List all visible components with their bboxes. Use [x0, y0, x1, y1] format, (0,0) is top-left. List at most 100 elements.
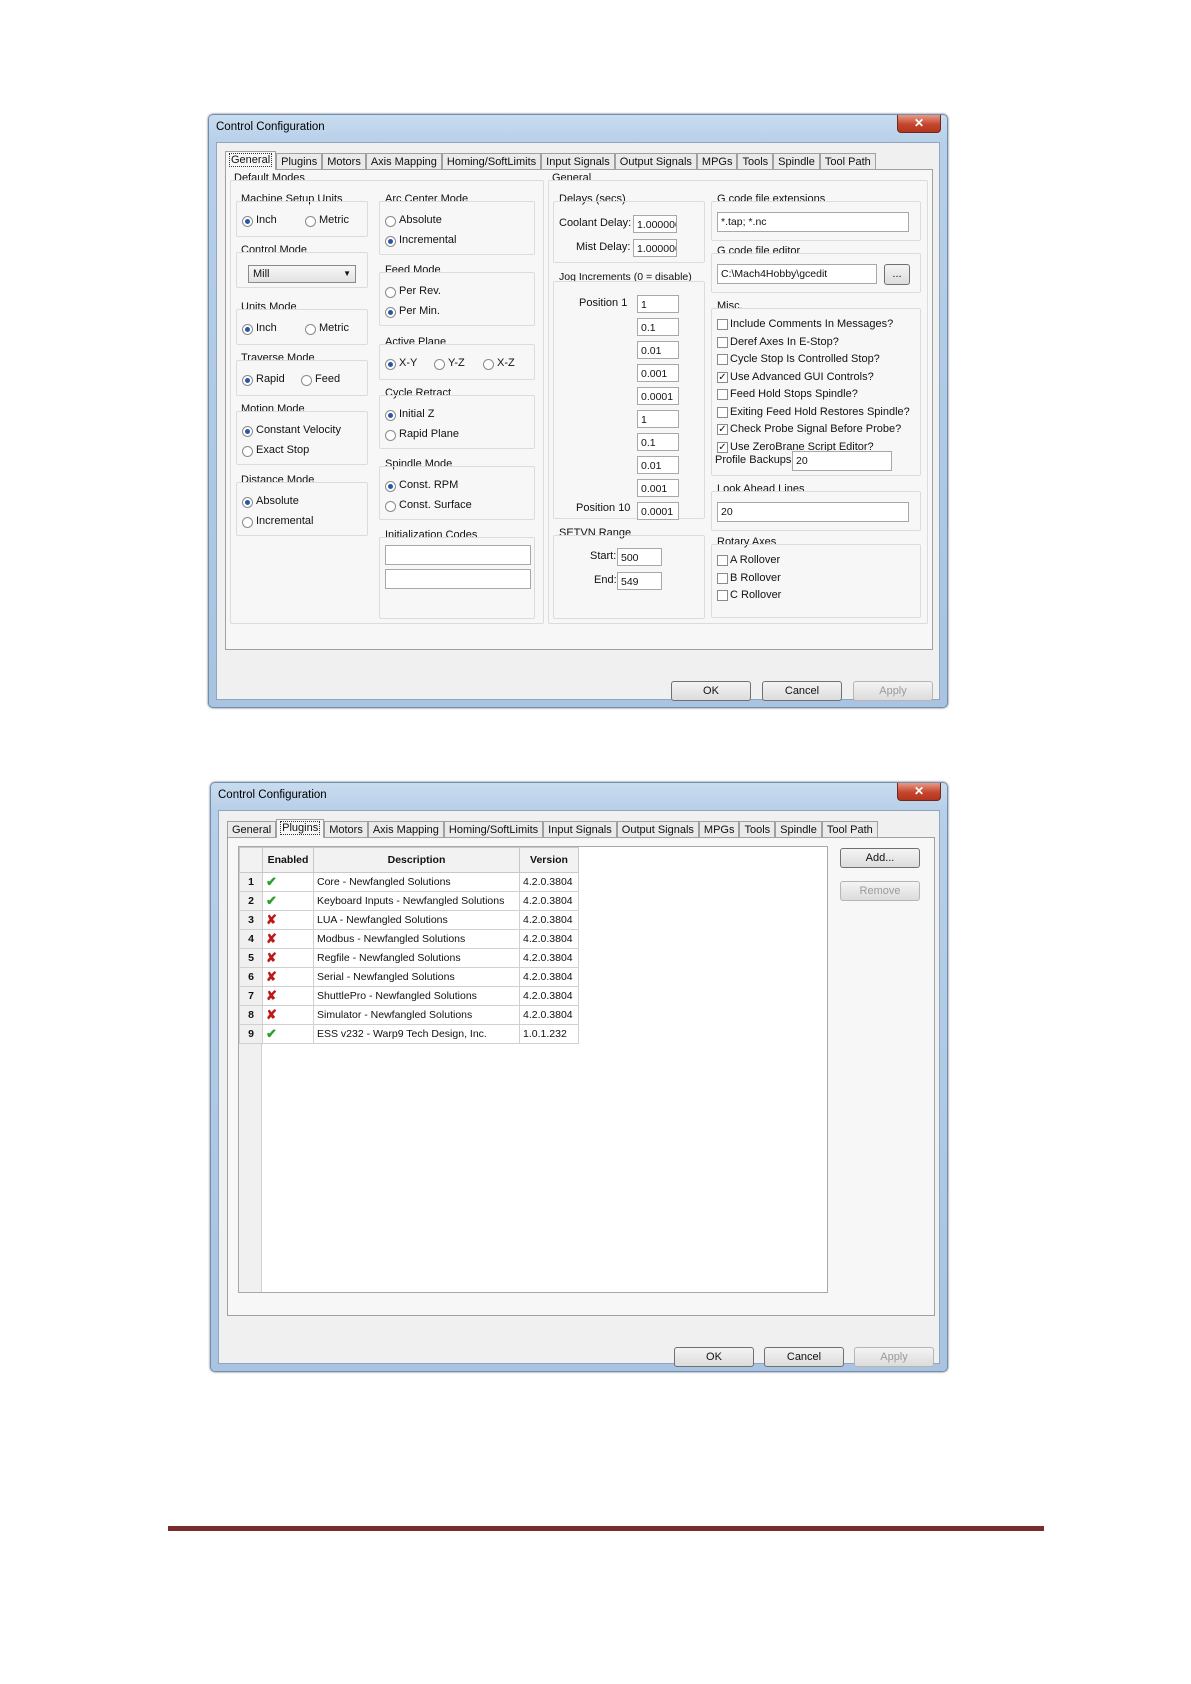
- misc-checkbox[interactable]: [717, 319, 728, 330]
- tab-input-signals[interactable]: Input Signals: [543, 821, 617, 838]
- tab-homing-softlimits[interactable]: Homing/SoftLimits: [441, 153, 542, 170]
- column-header-description[interactable]: Description: [313, 847, 520, 873]
- misc-checkbox[interactable]: ✓: [717, 371, 728, 383]
- title-bar[interactable]: Control Configuration ✕: [209, 115, 947, 141]
- jog-increment-input[interactable]: 0.1: [637, 318, 679, 336]
- profile-backups-input[interactable]: 20: [792, 451, 892, 471]
- jog-increment-input[interactable]: 0.0001: [637, 502, 679, 520]
- tab-output-signals[interactable]: Output Signals: [614, 153, 697, 170]
- jog-increment-input[interactable]: 0.001: [637, 479, 679, 497]
- cancel-button[interactable]: Cancel: [764, 1347, 844, 1367]
- tab-axis-mapping[interactable]: Axis Mapping: [365, 153, 442, 170]
- tab-tool-path[interactable]: Tool Path: [819, 153, 876, 170]
- misc-checkbox[interactable]: ✓: [717, 424, 728, 435]
- arc-absolute-radio[interactable]: [385, 216, 396, 227]
- const-surface-radio[interactable]: [385, 501, 396, 512]
- enabled-cell[interactable]: ✔: [262, 891, 314, 911]
- tab-motors[interactable]: Motors: [324, 821, 368, 838]
- jog-increment-input[interactable]: 0.0001: [637, 387, 679, 405]
- ok-button[interactable]: OK: [671, 681, 751, 701]
- distance-incremental-radio[interactable]: [242, 517, 253, 528]
- table-row[interactable]: 9 ✔ ESS v232 - Warp9 Tech Design, Inc. 1.0.…: [239, 1024, 579, 1044]
- tab-general[interactable]: General: [225, 151, 277, 170]
- column-header-version[interactable]: Version: [519, 847, 579, 873]
- table-row[interactable]: 2 ✔ Keyboard Inputs - Newfangled Solutions…: [239, 891, 579, 911]
- enabled-cell[interactable]: ✔: [262, 1024, 314, 1044]
- setvn-start-input[interactable]: 500: [617, 548, 662, 566]
- initialization-code-field-1[interactable]: [385, 545, 531, 565]
- enabled-cell[interactable]: ✘: [262, 1005, 314, 1025]
- add-plugin-button[interactable]: Add...: [840, 848, 920, 868]
- jog-increment-input[interactable]: 0.1: [637, 433, 679, 451]
- tab-axis-mapping[interactable]: Axis Mapping: [367, 821, 444, 838]
- rotary-checkbox[interactable]: [717, 555, 728, 566]
- tab-tools[interactable]: Tools: [739, 821, 776, 838]
- per-rev-radio[interactable]: [385, 287, 396, 298]
- table-row[interactable]: 3 ✘ LUA - Newfangled Solutions 4.2.0.3804: [239, 910, 579, 930]
- rapid-radio[interactable]: [242, 375, 253, 386]
- cancel-button[interactable]: Cancel: [762, 681, 842, 701]
- rapid-plane-radio[interactable]: [385, 430, 396, 441]
- ok-button[interactable]: OK: [674, 1347, 754, 1367]
- mist-delay-input[interactable]: 1.000000: [633, 239, 677, 257]
- tab-tools[interactable]: Tools: [737, 153, 774, 170]
- jog-increment-input[interactable]: 0.001: [637, 364, 679, 382]
- title-bar[interactable]: Control Configuration ✕: [211, 783, 947, 809]
- metric-radio[interactable]: [305, 216, 316, 227]
- enabled-cell[interactable]: ✘: [262, 929, 314, 949]
- enabled-cell[interactable]: ✔: [262, 872, 314, 892]
- distance-absolute-radio[interactable]: [242, 497, 253, 508]
- browse-editor-button[interactable]: ...: [884, 264, 910, 285]
- tab-general[interactable]: General: [227, 821, 277, 838]
- tab-homing-softlimits[interactable]: Homing/SoftLimits: [443, 821, 544, 838]
- remove-plugin-button[interactable]: Remove: [840, 881, 920, 901]
- constant-velocity-radio[interactable]: [242, 426, 253, 437]
- control-mode-select[interactable]: Mill ▼: [248, 265, 356, 283]
- tab-plugins[interactable]: Plugins: [276, 819, 325, 838]
- misc-checkbox[interactable]: [717, 389, 728, 400]
- feed-radio[interactable]: [301, 375, 312, 386]
- jog-increment-input[interactable]: 1: [637, 295, 679, 313]
- tab-input-signals[interactable]: Input Signals: [541, 153, 615, 170]
- misc-checkbox[interactable]: [717, 336, 728, 348]
- initial-z-radio[interactable]: [385, 410, 396, 421]
- enabled-cell[interactable]: ✘: [262, 967, 314, 987]
- tab-spindle[interactable]: Spindle: [775, 821, 822, 838]
- jog-increment-input[interactable]: 0.01: [637, 456, 679, 474]
- xy-plane-radio[interactable]: [385, 359, 396, 370]
- setvn-end-input[interactable]: 549: [617, 572, 662, 590]
- tab-plugins[interactable]: Plugins: [276, 153, 323, 170]
- misc-checkbox[interactable]: ✓: [717, 441, 728, 453]
- tab-spindle[interactable]: Spindle: [773, 153, 820, 170]
- apply-button[interactable]: Apply: [854, 1347, 934, 1367]
- coolant-delay-input[interactable]: 1.000000: [633, 215, 677, 233]
- apply-button[interactable]: Apply: [853, 681, 933, 701]
- gcode-editor-input[interactable]: C:\Mach4Hobby\gcedit: [717, 264, 877, 284]
- misc-checkbox[interactable]: [717, 406, 728, 418]
- inch-radio[interactable]: [242, 216, 253, 227]
- rotary-checkbox[interactable]: [717, 590, 728, 601]
- tab-motors[interactable]: Motors: [322, 153, 366, 170]
- enabled-cell[interactable]: ✘: [262, 948, 314, 968]
- xz-plane-radio[interactable]: [483, 359, 494, 370]
- table-row[interactable]: 6 ✘ Serial - Newfangled Solutions 4.2.0.380…: [239, 967, 579, 987]
- jog-increment-input[interactable]: 1: [637, 410, 679, 428]
- table-row[interactable]: 7 ✘ ShuttlePro - Newfangled Solutions 4.2.0…: [239, 986, 579, 1006]
- const-rpm-radio[interactable]: [385, 481, 396, 492]
- tab-output-signals[interactable]: Output Signals: [616, 821, 699, 838]
- yz-plane-radio[interactable]: [434, 359, 445, 370]
- tab-tool-path[interactable]: Tool Path: [821, 821, 878, 838]
- rotary-checkbox[interactable]: [717, 572, 728, 584]
- table-row[interactable]: 8 ✘ Simulator - Newfangled Solutions 4.2.0.…: [239, 1005, 579, 1025]
- column-header-enabled[interactable]: Enabled: [262, 847, 314, 873]
- misc-checkbox[interactable]: [717, 354, 728, 365]
- table-row[interactable]: 4 ✘ Modbus - Newfangled Solutions 4.2.0.380…: [239, 929, 579, 949]
- enabled-cell[interactable]: ✘: [262, 910, 314, 930]
- arc-incremental-radio[interactable]: [385, 236, 396, 247]
- look-ahead-input[interactable]: 20: [717, 502, 909, 522]
- tab-mpgs[interactable]: MPGs: [696, 153, 738, 170]
- exact-stop-radio[interactable]: [242, 446, 253, 457]
- table-row[interactable]: 5 ✘ Regfile - Newfangled Solutions 4.2.0.38…: [239, 948, 579, 968]
- units-metric-radio[interactable]: [305, 324, 316, 335]
- initialization-code-field-2[interactable]: [385, 569, 531, 589]
